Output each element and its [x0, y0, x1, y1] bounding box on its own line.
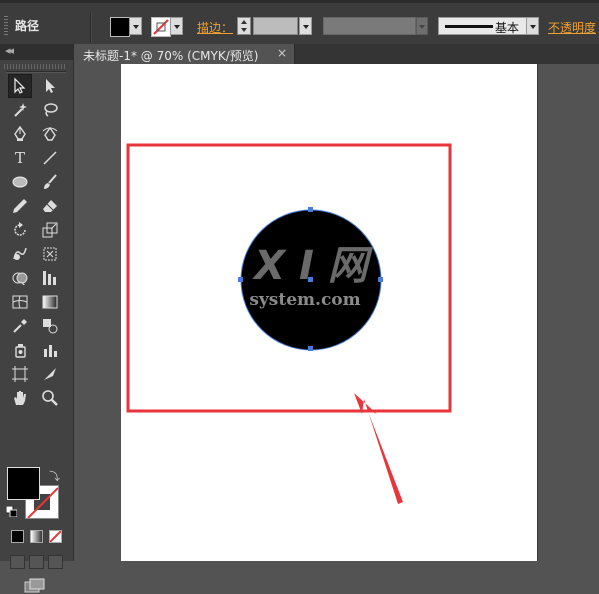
color-mode-button[interactable]: [11, 530, 24, 543]
selection-tool-icon[interactable]: [8, 74, 32, 98]
none-mode-button[interactable]: [49, 530, 62, 543]
stroke-color-swatch[interactable]: [151, 17, 171, 37]
pen-tool-icon[interactable]: [8, 122, 32, 146]
opacity-panel-link[interactable]: 不透明度: [548, 19, 596, 36]
pencil-tool-icon[interactable]: [8, 194, 32, 218]
stroke-dropdown-arrow[interactable]: [170, 17, 183, 35]
fill-color-swatch[interactable]: [110, 17, 130, 37]
gradient-tool-icon[interactable]: [38, 290, 62, 314]
canvas-artwork: X I 网 system.com: [126, 143, 452, 504]
collapse-panel-icon[interactable]: ◂◂: [5, 44, 14, 57]
variable-width-profile-field[interactable]: [323, 17, 416, 35]
draw-inside-icon[interactable]: [48, 555, 63, 569]
paintbrush-tool-icon[interactable]: [38, 170, 62, 194]
eraser-tool-icon[interactable]: [38, 194, 62, 218]
watermark-logo: X I 网: [251, 243, 374, 289]
shape-builder-tool-icon[interactable]: [8, 266, 32, 290]
line-segment-tool-icon[interactable]: [38, 146, 62, 170]
curvature-tool-icon[interactable]: [38, 122, 62, 146]
symbol-sprayer-tool-icon[interactable]: [8, 338, 32, 362]
warp-tool-icon[interactable]: [8, 242, 32, 266]
brush-definition-label: 基本: [495, 21, 520, 35]
document-tab-title: 未标题-1* @ 70% (CMYK/预览): [83, 49, 259, 63]
magic-wand-tool-icon[interactable]: [8, 98, 32, 122]
divider: [6, 71, 66, 73]
direct-selection-tool-icon[interactable]: [38, 74, 62, 98]
column-graph-tool-icon[interactable]: [38, 338, 62, 362]
selected-object-type: 路径: [15, 19, 40, 33]
divider: [90, 12, 92, 42]
center-point[interactable]: [308, 277, 313, 282]
anchor-point-right[interactable]: [378, 277, 383, 282]
stroke-weight-field[interactable]: [253, 17, 298, 35]
brush-stroke-preview: [445, 25, 493, 28]
fill-swatch-front[interactable]: [7, 467, 40, 500]
profile-dropdown-arrow[interactable]: [416, 17, 428, 35]
panel-grip[interactable]: [4, 16, 8, 36]
zoom-tool-icon[interactable]: [38, 386, 62, 410]
default-fill-stroke-icon[interactable]: [6, 506, 17, 517]
tools-panel-header: ◂◂: [0, 44, 73, 60]
mesh-tool-icon[interactable]: [8, 290, 32, 314]
artboard-tool-icon[interactable]: [8, 362, 32, 386]
artboard[interactable]: X I 网 system.com: [121, 64, 537, 561]
anchor-point-left[interactable]: [238, 277, 243, 282]
rotate-tool-icon[interactable]: [8, 218, 32, 242]
close-document-icon[interactable]: ×: [277, 46, 287, 60]
free-transform-tool-icon[interactable]: [38, 242, 62, 266]
stroke-weight-dropdown-arrow[interactable]: [299, 17, 312, 35]
tools-panel: ◂◂ T ⤵: [0, 44, 74, 593]
swap-fill-stroke-icon[interactable]: ⤵: [49, 468, 60, 484]
slice-tool-icon[interactable]: [38, 362, 62, 386]
eyedropper-tool-icon[interactable]: [8, 314, 32, 338]
brush-definition-select[interactable]: 基本: [438, 17, 539, 35]
no-color-icon: [153, 19, 169, 35]
hand-tool-icon[interactable]: [8, 386, 32, 410]
document-tab-bar: 未标题-1* @ 70% (CMYK/预览) ×: [74, 44, 599, 64]
document-tab[interactable]: 未标题-1* @ 70% (CMYK/预览) ×: [74, 44, 295, 64]
blend-tool-icon[interactable]: [38, 314, 62, 338]
draw-normal-icon[interactable]: [10, 555, 25, 569]
perspective-grid-tool-icon[interactable]: [38, 266, 62, 290]
anchor-point-bottom[interactable]: [308, 346, 313, 351]
anchor-point-top[interactable]: [308, 207, 313, 212]
screen-mode-icon[interactable]: [24, 578, 46, 594]
draw-behind-icon[interactable]: [29, 555, 44, 569]
ellipse-tool-icon[interactable]: [8, 170, 32, 194]
brush-dropdown-arrow[interactable]: [526, 17, 539, 35]
fill-dropdown-arrow[interactable]: [129, 17, 142, 35]
menu-strip: [0, 0, 599, 3]
type-tool-icon[interactable]: T: [8, 146, 32, 170]
stroke-weight-spinner[interactable]: [237, 17, 251, 35]
scale-tool-icon[interactable]: [38, 218, 62, 242]
stroke-panel-link[interactable]: 描边：: [197, 19, 233, 36]
watermark-url: system.com: [249, 290, 360, 310]
gradient-mode-button[interactable]: [30, 530, 43, 543]
lasso-tool-icon[interactable]: [38, 98, 62, 122]
tools-panel-grip[interactable]: [4, 64, 66, 69]
